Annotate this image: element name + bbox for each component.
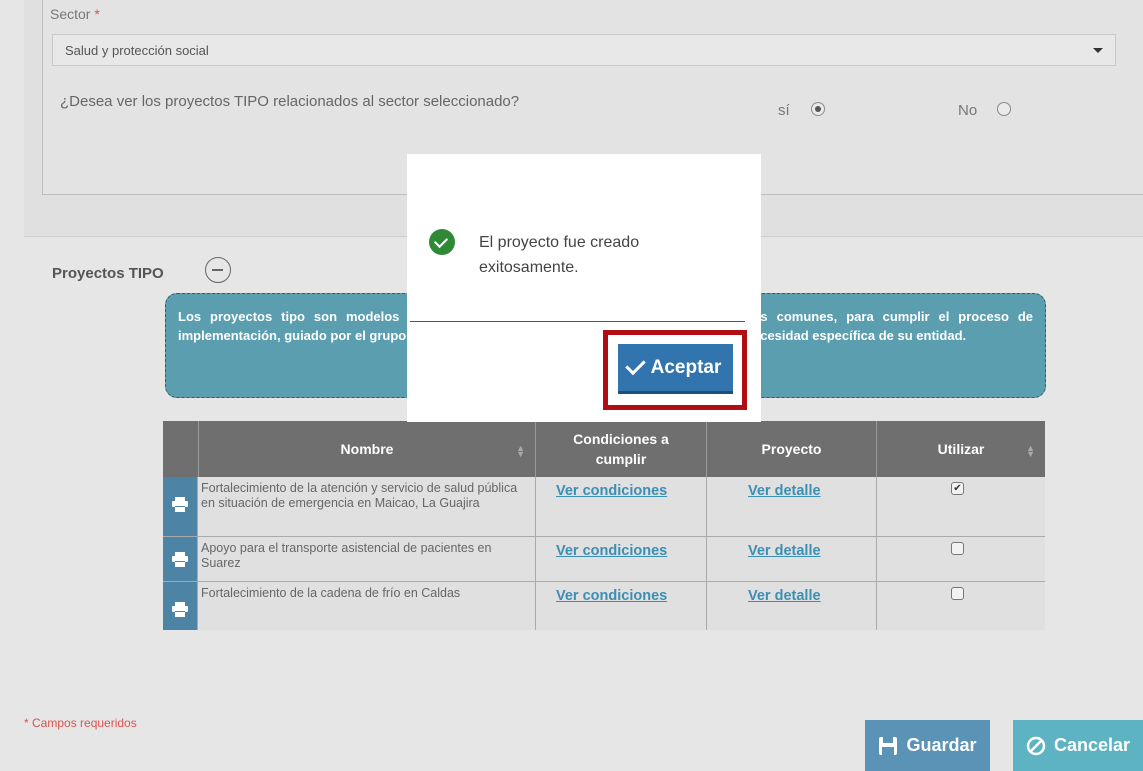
header-print-col [163,421,198,477]
header-utilizar[interactable]: Utilizar ▲ ▼ [876,421,1045,477]
dialog-divider [410,321,745,322]
printer-icon [172,552,188,567]
floppy-disk-icon [879,736,898,755]
header-condiciones: Condiciones a cumplir [535,421,706,477]
sort-icon: ▲ ▼ [1026,443,1035,459]
project-name: Apoyo para el transporte asistencial de … [197,537,535,581]
section-title: Proyectos TIPO [52,265,164,282]
success-dialog: El proyecto fue creado exitosamente. Ace… [407,154,761,422]
radio-yes-label: sí [778,102,790,119]
table-header: Nombre ▲ ▼ Condiciones a cumplir Proyecto… [163,421,1045,477]
print-cell[interactable] [163,537,197,581]
header-condiciones-label: Condiciones a cumplir [573,431,669,467]
table-row: Apoyo para el transporte asistencial de … [163,537,1045,582]
sort-icon: ▲ ▼ [516,443,525,459]
cancel-button-label: Cancelar [1053,735,1131,755]
header-nombre-label: Nombre [340,441,394,457]
header-proyecto-label: Proyecto [761,441,822,457]
radio-no-label: No [958,102,978,119]
cancel-button[interactable]: Cancelar [1013,720,1143,771]
utilizar-checkbox[interactable]: ✔ [951,482,964,495]
ver-detalle-link[interactable]: Ver detalle [748,483,821,499]
ver-condiciones-link[interactable]: Ver condiciones [556,543,667,559]
ver-detalle-link[interactable]: Ver detalle [748,543,821,559]
chevron-down-icon [1093,48,1103,53]
print-cell[interactable] [163,582,197,630]
required-fields-note: * Campos requeridos [24,716,137,730]
header-utilizar-label: Utilizar [937,441,985,457]
utilizar-checkbox[interactable] [951,587,964,600]
sector-label-text: Sector [50,6,91,22]
sector-select-value: Salud y protección social [65,43,209,58]
accept-button[interactable]: Aceptar [618,344,733,394]
print-cell[interactable] [163,477,197,536]
dialog-message: El proyecto fue creado exitosamente. [479,234,640,276]
radio-yes[interactable] [811,102,825,116]
related-projects-question: ¿Desea ver los proyectos TIPO relacionad… [60,93,520,110]
radio-no[interactable] [997,102,1011,116]
success-check-icon [429,229,455,255]
sector-select[interactable]: Salud y protección social [52,34,1116,66]
printer-icon [172,602,188,617]
save-button[interactable]: Guardar [865,720,990,771]
project-name: Fortalecimiento de la atención y servici… [197,477,535,536]
check-icon [624,354,646,376]
project-name: Fortalecimiento de la cadena de frío en … [197,582,535,630]
table-row: Fortalecimiento de la cadena de frío en … [163,582,1045,630]
sector-label: Sector * [50,6,100,22]
ver-detalle-link[interactable]: Ver detalle [748,588,821,604]
printer-icon [172,497,188,512]
cancel-circle-icon [1026,736,1046,755]
header-proyecto: Proyecto [706,421,876,477]
collapse-minus-icon[interactable] [205,257,231,283]
header-nombre[interactable]: Nombre ▲ ▼ [198,421,535,477]
save-button-label: Guardar [906,735,977,755]
ver-condiciones-link[interactable]: Ver condiciones [556,483,667,499]
utilizar-checkbox[interactable] [951,542,964,555]
required-mark: * [94,6,100,22]
accept-button-label: Aceptar [650,356,722,378]
ver-condiciones-link[interactable]: Ver condiciones [556,588,667,604]
table-row: Fortalecimiento de la atención y servici… [163,477,1045,537]
